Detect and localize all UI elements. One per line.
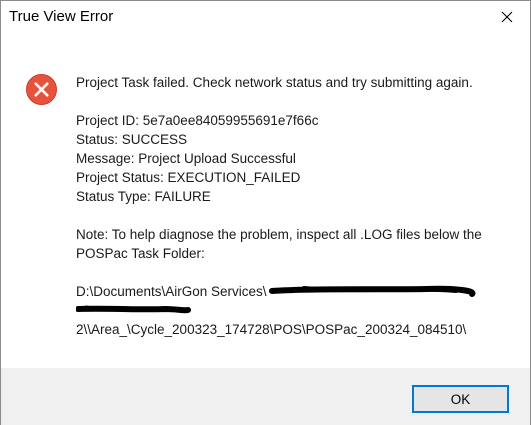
window-title: True View Error (9, 8, 114, 25)
project-status-text: Project Status: EXECUTION_FAILED (76, 170, 301, 185)
log-folder-path: D:\Documents\AirGon Services\ 2\\Area_\C… (76, 282, 516, 339)
path-text-line1: D:\Documents\AirGon Services\ (76, 284, 267, 299)
project-id-text: Project ID: 5e7a0ee84059955691e7f66c (76, 113, 319, 128)
error-dialog: True View Error Project Task failed. Che… (0, 0, 531, 425)
button-bar: OK (1, 368, 530, 425)
headline-text: Project Task failed. Check network statu… (76, 75, 473, 90)
ok-button[interactable]: OK (412, 385, 509, 413)
path-text-line2-redacted (76, 301, 516, 320)
message-text: Message: Project Upload Successful (76, 151, 296, 166)
close-icon (501, 11, 513, 22)
error-icon (26, 74, 57, 105)
path-text-line3: 2\\Area_\Cycle_200323_174728\POS\POSPac_… (76, 322, 467, 337)
status-type-text: Status Type: FAILURE (76, 189, 211, 204)
note-text-line2: POSPac Task Folder: (76, 246, 205, 261)
title-bar[interactable]: True View Error (1, 1, 530, 32)
dialog-content: Project Task failed. Check network statu… (1, 32, 530, 368)
note-text-line1: Note: To help diagnose the problem, insp… (76, 227, 482, 242)
error-message: Project Task failed. Check network statu… (76, 73, 516, 339)
status-text: Status: SUCCESS (76, 132, 188, 147)
close-button[interactable] (484, 1, 530, 32)
